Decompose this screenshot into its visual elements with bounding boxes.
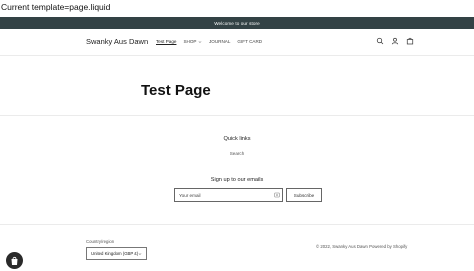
nav-item-label: JOURNAL [208,39,231,44]
country-select[interactable]: United Kingdom (GBP £) [86,247,147,260]
header-icons [376,37,414,45]
email-autofill-icon [274,192,280,198]
nav-item-label: SHOP [183,39,197,44]
quick-links-heading: Quick links [223,136,251,142]
main-nav: Test Page SHOP JOURNAL GIFT CARD [156,39,262,44]
nav-item-journal[interactable]: JOURNAL [209,39,230,44]
footer-link-search-label[interactable]: Search [230,151,245,156]
email-input[interactable]: Your email [174,188,283,202]
email-placeholder: Your email [179,192,201,198]
newsletter-heading: Sign up to our emails [210,177,264,183]
nav-item-gift-card[interactable]: GIFT CARD [237,39,262,44]
copyright-text: © 2022, Swanky Aus Dawn Powered by Shopi… [316,244,408,249]
announcement-bar: Welcome to our store [0,17,474,29]
shopify-badge[interactable] [6,252,23,269]
subscribe-button[interactable]: Subscribe [286,188,322,202]
account-icon[interactable] [391,37,399,45]
site-header: Swanky Aus Dawn Test Page SHOP JOURNAL G… [0,29,474,54]
nav-item-shop[interactable]: SHOP [183,39,202,44]
search-icon[interactable] [376,37,384,45]
chevron-down-icon [198,40,202,43]
template-note: Current template=page.liquid [1,2,111,12]
nav-item-label: Test Page [156,39,177,44]
cart-icon[interactable] [406,37,414,45]
page-title: Test Page [141,82,211,99]
announcement-text: Welcome to our store [214,20,260,26]
nav-item-label: GIFT CARD [237,39,263,44]
shopping-bag-icon [11,256,18,265]
brand-logo[interactable]: Swanky Aus Dawn [86,37,148,46]
chevron-down-icon [138,253,142,255]
footer-divider [0,115,474,116]
nav-item-test-page[interactable]: Test Page [156,39,176,44]
footer-link-search: Search [0,151,474,156]
country-value: United Kingdom (GBP £) [91,251,139,256]
header-divider [0,55,474,56]
country-label: Country/region [86,239,115,244]
footer-bottom-divider [0,224,474,225]
